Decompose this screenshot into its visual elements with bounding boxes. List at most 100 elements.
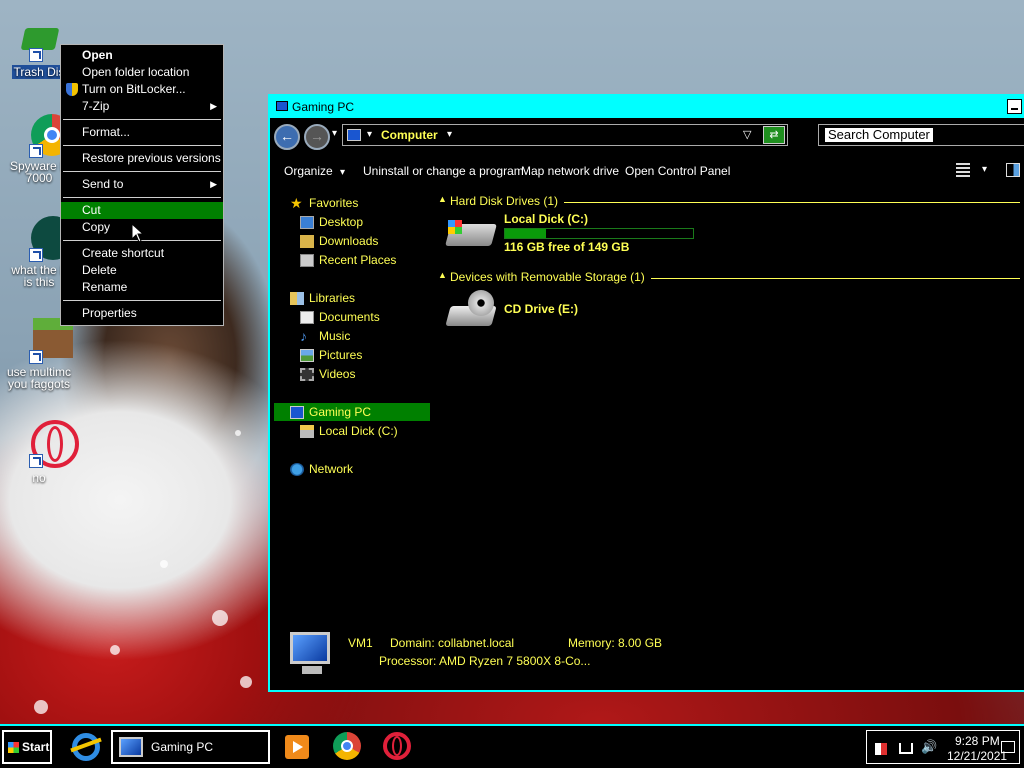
- window-title: Gaming PC: [292, 100, 355, 114]
- explorer-window: Gaming PC ← → ▾ ▾ Computer ▾ ▽ ⇄ Search …: [268, 94, 1024, 692]
- internet-explorer-icon[interactable]: [68, 729, 102, 763]
- group-header-hard-disk-drives[interactable]: ▲ Hard Disk Drives (1): [436, 194, 1020, 210]
- menu-item-open-folder-location[interactable]: Open folder location: [61, 64, 223, 81]
- network-status-icon[interactable]: [899, 743, 913, 754]
- menu-item-format[interactable]: Format...: [61, 124, 223, 141]
- address-row: ← → ▾ ▾ Computer ▾ ▽ ⇄ Search Computer: [270, 122, 1024, 150]
- search-box[interactable]: Search Computer: [818, 124, 1024, 146]
- mouse-cursor-icon: [131, 223, 145, 243]
- menu-item-properties[interactable]: Properties: [61, 305, 223, 322]
- open-control-panel-button[interactable]: Open Control Panel: [625, 164, 730, 178]
- taskbar-item-gaming-pc[interactable]: Gaming PC: [111, 730, 270, 764]
- nav-videos[interactable]: Videos: [300, 365, 355, 383]
- volume-icon[interactable]: 🔊: [921, 739, 937, 755]
- forward-button[interactable]: →: [304, 124, 330, 150]
- nav-documents[interactable]: Documents: [300, 308, 380, 326]
- snowflake: [110, 645, 120, 655]
- address-bar[interactable]: ▾ Computer ▾ ▽ ⇄: [342, 124, 788, 146]
- monitor-stand: [302, 666, 322, 674]
- breadcrumb-separator-icon: ▾: [367, 129, 373, 140]
- drive-c-name: Local Dick (C:): [504, 212, 589, 226]
- nav-music[interactable]: ♪ Music: [300, 327, 350, 345]
- computer-memory: Memory: 8.00 GB: [568, 636, 663, 650]
- desktop-icon-label: Trash Dis: [11, 65, 67, 79]
- menu-separator: [63, 300, 221, 301]
- collapse-caret-icon: ▲: [438, 270, 447, 280]
- menu-item-open[interactable]: Open: [61, 47, 223, 64]
- clock-time[interactable]: 9:28 PM: [955, 734, 1000, 748]
- shortcut-arrow-icon: [29, 248, 43, 262]
- opera-icon: [17, 418, 79, 468]
- context-menu: Open Open folder location Turn on BitLoc…: [60, 44, 224, 326]
- menu-item-delete[interactable]: Delete: [61, 262, 223, 279]
- opera-icon[interactable]: [380, 729, 414, 763]
- drive-item-c[interactable]: Local Dick (C:) 116 GB free of 149 GB: [444, 210, 704, 258]
- nav-gaming-pc[interactable]: Gaming PC: [274, 403, 430, 421]
- map-network-drive-button[interactable]: Map network drive: [521, 164, 619, 178]
- clock-date[interactable]: 12/21/2021: [947, 749, 1007, 763]
- recent-places-icon: [300, 254, 314, 268]
- computer-name: VM1: [348, 636, 373, 650]
- nav-pictures[interactable]: Pictures: [300, 346, 362, 364]
- nav-downloads[interactable]: Downloads: [300, 232, 378, 250]
- media-player-icon[interactable]: [280, 729, 314, 763]
- drive-c-usage-fill: [505, 229, 547, 238]
- computer-icon: [347, 129, 361, 141]
- preview-pane-icon[interactable]: [1006, 163, 1020, 177]
- taskbar: Start Gaming PC 🔊 9:28 PM 12/21/2021: [0, 724, 1024, 768]
- shortcut-arrow-icon: [29, 48, 43, 62]
- menu-item-rename[interactable]: Rename: [61, 279, 223, 296]
- details-pane: VM1 Domain: collabnet.local Memory: 8.00…: [270, 630, 1024, 690]
- start-button[interactable]: Start: [2, 730, 52, 764]
- menu-item-create-shortcut[interactable]: Create shortcut: [61, 245, 223, 262]
- organize-button[interactable]: Organize ▾: [284, 164, 345, 178]
- windows-logo-icon: [448, 220, 462, 234]
- uninstall-program-button[interactable]: Uninstall or change a program: [363, 164, 524, 178]
- menu-item-7zip[interactable]: 7-Zip ▶: [61, 98, 223, 115]
- nav-local-disk[interactable]: Local Dick (C:): [300, 422, 398, 440]
- show-desktop-icon[interactable]: [1001, 741, 1015, 753]
- menu-item-send-to[interactable]: Send to ▶: [61, 176, 223, 193]
- computer-icon: [290, 406, 304, 420]
- app-icon: [17, 214, 75, 262]
- window-titlebar[interactable]: Gaming PC: [270, 96, 1024, 118]
- nav-recent-places[interactable]: Recent Places: [300, 251, 396, 269]
- chrome-icon[interactable]: [330, 729, 364, 763]
- refresh-button[interactable]: ⇄: [763, 126, 785, 144]
- desktop-icon-label: no: [32, 471, 46, 485]
- view-dropdown-icon[interactable]: ▾: [982, 164, 987, 175]
- nav-network[interactable]: Network: [290, 460, 353, 478]
- breadcrumb-computer[interactable]: Computer: [381, 128, 438, 142]
- breadcrumb-dropdown-icon[interactable]: ▾: [447, 129, 452, 140]
- address-dropdown-icon[interactable]: ▽: [743, 128, 751, 141]
- nav-desktop[interactable]: Desktop: [300, 213, 363, 231]
- drive-c-usage-bar: [504, 228, 694, 239]
- snowflake: [240, 676, 252, 688]
- drive-item-e[interactable]: CD Drive (E:): [444, 288, 644, 334]
- view-options-icon[interactable]: [956, 163, 970, 177]
- snowflake: [34, 700, 48, 714]
- system-tray: 🔊 9:28 PM 12/21/2021: [866, 730, 1020, 764]
- search-input[interactable]: Search Computer: [825, 128, 933, 142]
- history-dropdown-icon[interactable]: ▾: [332, 128, 337, 139]
- action-center-flag-icon[interactable]: [875, 743, 887, 755]
- trash-drive-icon: [17, 20, 61, 64]
- menu-item-cut[interactable]: Cut: [61, 202, 223, 219]
- windows-flag-icon: [8, 742, 19, 753]
- star-icon: ★: [290, 195, 303, 212]
- nav-libraries[interactable]: Libraries: [290, 289, 355, 307]
- computer-domain: Domain: collabnet.local: [390, 636, 515, 650]
- group-header-removable-storage[interactable]: ▲ Devices with Removable Storage (1): [436, 270, 1020, 286]
- nav-favorites[interactable]: ★ Favorites: [290, 194, 358, 212]
- menu-item-bitlocker[interactable]: Turn on BitLocker...: [61, 81, 223, 98]
- drive-e-name: CD Drive (E:): [504, 302, 579, 316]
- desktop-icon-multimc[interactable]: use multimc you faggots: [2, 316, 76, 390]
- menu-item-restore-previous-versions[interactable]: Restore previous versions: [61, 150, 223, 167]
- documents-icon: [300, 311, 314, 325]
- drive-c-free-space: 116 GB free of 149 GB: [504, 240, 630, 254]
- minimize-button[interactable]: [1007, 99, 1022, 114]
- snowflake: [235, 430, 241, 436]
- desktop-icon-no[interactable]: no: [2, 418, 79, 485]
- computer-monitor-icon: [290, 632, 330, 664]
- back-button[interactable]: ←: [274, 124, 300, 150]
